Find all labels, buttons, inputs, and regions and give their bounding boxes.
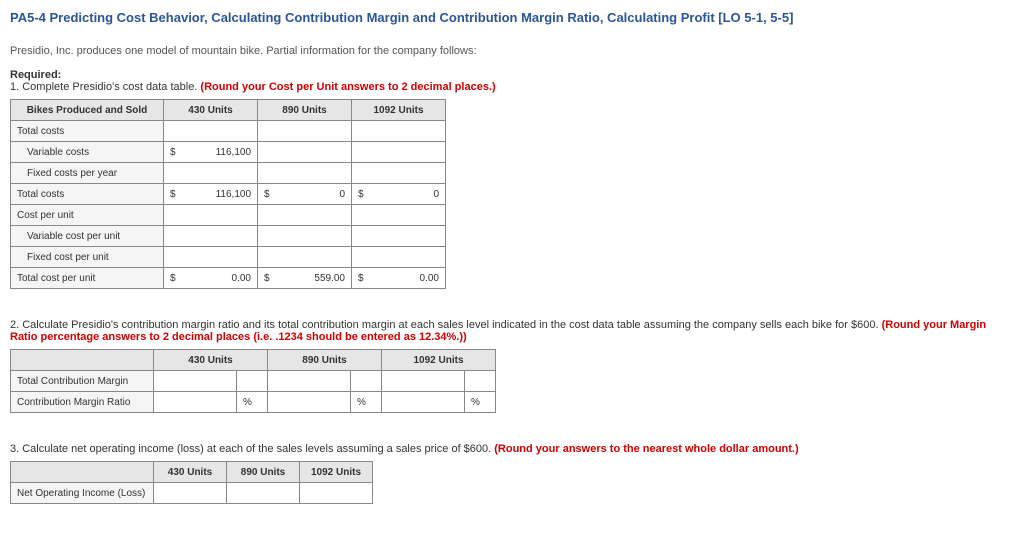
cell[interactable] bbox=[378, 205, 446, 226]
cell[interactable] bbox=[284, 226, 352, 247]
cell-tcu-1092[interactable]: 0.00 bbox=[378, 268, 446, 289]
col-header-1092: 1092 Units bbox=[382, 350, 496, 371]
cell[interactable] bbox=[378, 121, 446, 142]
cell[interactable] bbox=[284, 247, 352, 268]
intro-text: Presidio, Inc. produces one model of mou… bbox=[10, 45, 1014, 57]
col-header-430: 430 Units bbox=[164, 100, 258, 121]
row-var-cost-unit: Variable cost per unit bbox=[11, 226, 164, 247]
row-tcm: Total Contribution Margin bbox=[11, 371, 154, 392]
q3-text: 3. Calculate net operating income (loss)… bbox=[10, 443, 494, 455]
row-fixed-cost-unit: Fixed cost per unit bbox=[11, 247, 164, 268]
row-total-costs: Total costs bbox=[11, 121, 164, 142]
currency: $ bbox=[164, 268, 191, 289]
row-total-costs2: Total costs bbox=[11, 184, 164, 205]
cost-data-table: Bikes Produced and Sold 430 Units 890 Un… bbox=[10, 99, 446, 289]
cell[interactable] bbox=[190, 163, 258, 184]
cell[interactable] bbox=[378, 247, 446, 268]
q3-instruction: 3. Calculate net operating income (loss)… bbox=[10, 443, 1014, 455]
cell[interactable] bbox=[227, 483, 300, 504]
cell[interactable] bbox=[284, 205, 352, 226]
contribution-margin-table: 430 Units 890 Units 1092 Units Total Con… bbox=[10, 349, 496, 413]
col-header-890: 890 Units bbox=[268, 350, 382, 371]
cell[interactable] bbox=[284, 142, 352, 163]
col-header-430: 430 Units bbox=[154, 462, 227, 483]
cell[interactable] bbox=[154, 392, 237, 413]
col-header-1092: 1092 Units bbox=[352, 100, 446, 121]
required-label: Required: bbox=[10, 69, 1014, 81]
cell-tcu-430[interactable]: 0.00 bbox=[190, 268, 258, 289]
col-header-empty bbox=[11, 462, 154, 483]
cell[interactable] bbox=[268, 371, 351, 392]
currency: $ bbox=[352, 184, 379, 205]
cell[interactable] bbox=[378, 163, 446, 184]
cell-vc-430[interactable]: 116,100 bbox=[190, 142, 258, 163]
q1-instruction: 1. Complete Presidio's cost data table. … bbox=[10, 81, 1014, 93]
cell-tcu-890[interactable]: 559.00 bbox=[284, 268, 352, 289]
row-variable-costs: Variable costs bbox=[11, 142, 164, 163]
row-fixed-costs-year: Fixed costs per year bbox=[11, 163, 164, 184]
pct: % bbox=[351, 392, 382, 413]
q1-red: (Round your Cost per Unit answers to 2 d… bbox=[200, 81, 495, 93]
col-header-1092: 1092 Units bbox=[300, 462, 373, 483]
col-header-empty bbox=[11, 350, 154, 371]
col-header-430: 430 Units bbox=[154, 350, 268, 371]
row-total-cost-unit: Total cost per unit bbox=[11, 268, 164, 289]
currency: $ bbox=[258, 184, 285, 205]
cell[interactable] bbox=[382, 371, 465, 392]
cell-tc-890[interactable]: 0 bbox=[284, 184, 352, 205]
currency: $ bbox=[352, 268, 379, 289]
currency: $ bbox=[258, 268, 285, 289]
row-cost-per-unit: Cost per unit bbox=[11, 205, 164, 226]
cell-tc-1092[interactable]: 0 bbox=[378, 184, 446, 205]
currency: $ bbox=[164, 142, 191, 163]
cell[interactable] bbox=[154, 483, 227, 504]
cell[interactable] bbox=[190, 226, 258, 247]
q1-text: 1. Complete Presidio's cost data table. bbox=[10, 81, 200, 93]
cell[interactable] bbox=[378, 226, 446, 247]
cell[interactable] bbox=[378, 142, 446, 163]
col-header-890: 890 Units bbox=[227, 462, 300, 483]
q3-red: (Round your answers to the nearest whole… bbox=[494, 443, 798, 455]
q2-instruction: 2. Calculate Presidio's contribution mar… bbox=[10, 319, 1014, 343]
q2-text: 2. Calculate Presidio's contribution mar… bbox=[10, 319, 882, 331]
cell[interactable] bbox=[190, 205, 258, 226]
cell[interactable] bbox=[284, 121, 352, 142]
cell[interactable] bbox=[300, 483, 373, 504]
row-cmr: Contribution Margin Ratio bbox=[11, 392, 154, 413]
row-noi: Net Operating Income (Loss) bbox=[11, 483, 154, 504]
pct: % bbox=[237, 392, 268, 413]
currency: $ bbox=[164, 184, 191, 205]
cell[interactable] bbox=[190, 247, 258, 268]
cell-tc-430[interactable]: 116,100 bbox=[190, 184, 258, 205]
cell[interactable] bbox=[190, 121, 258, 142]
cell[interactable] bbox=[154, 371, 237, 392]
col-header-890: 890 Units bbox=[258, 100, 352, 121]
cell[interactable] bbox=[382, 392, 465, 413]
col-header-bikes: Bikes Produced and Sold bbox=[11, 100, 164, 121]
pct: % bbox=[465, 392, 496, 413]
page-title: PA5-4 Predicting Cost Behavior, Calculat… bbox=[10, 10, 1014, 25]
cell[interactable] bbox=[268, 392, 351, 413]
cell[interactable] bbox=[284, 163, 352, 184]
net-operating-income-table: 430 Units 890 Units 1092 Units Net Opera… bbox=[10, 461, 373, 504]
